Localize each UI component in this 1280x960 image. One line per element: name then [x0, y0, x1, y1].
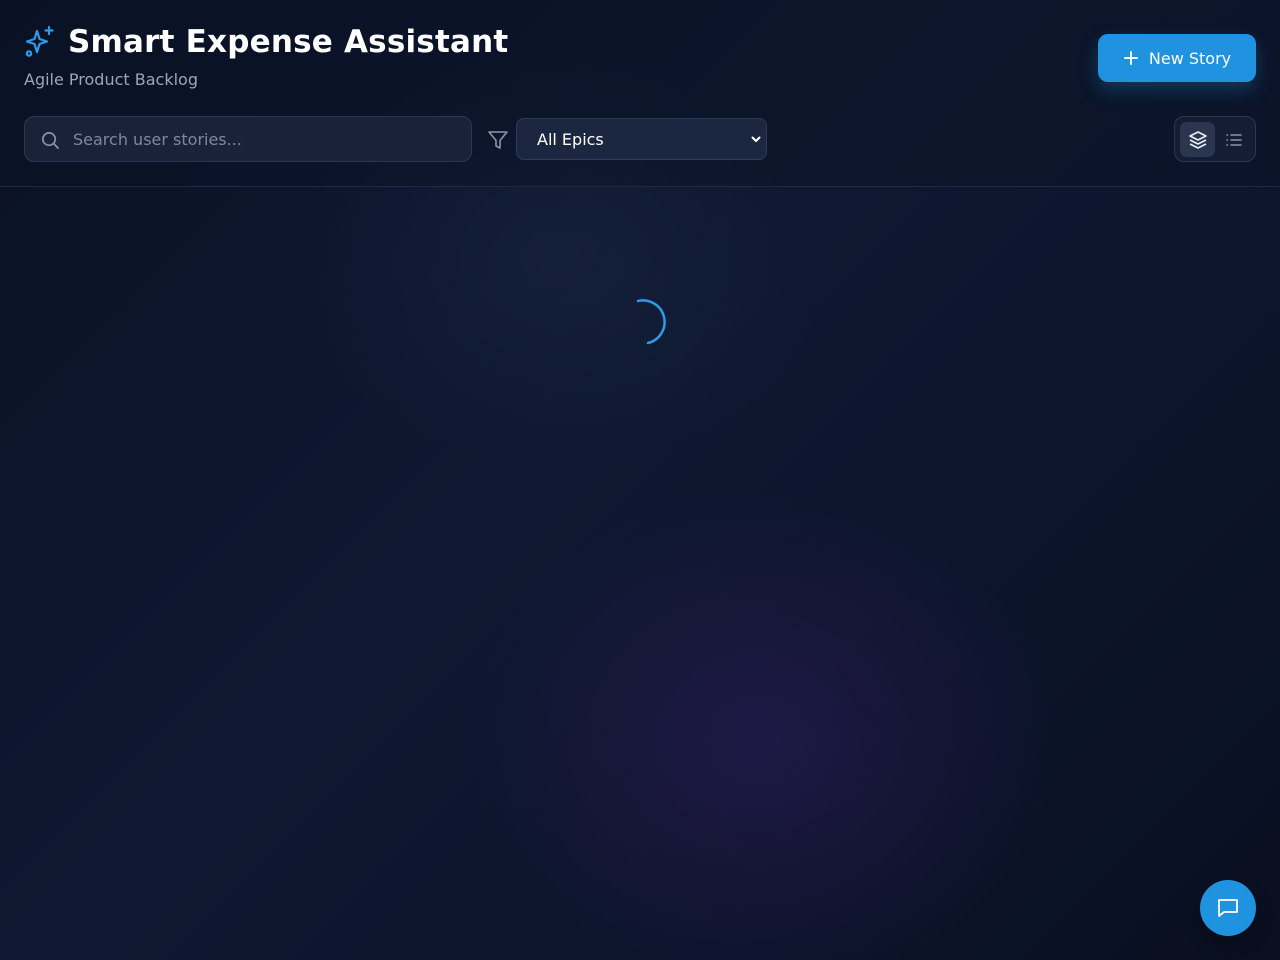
plus-icon [1123, 51, 1138, 65]
message-square-icon [1218, 899, 1238, 917]
epic-filter-select[interactable]: All Epics [516, 118, 767, 160]
loading-spinner [636, 299, 666, 345]
layers-icon [1188, 130, 1207, 149]
app-title: Smart Expense Assistant [68, 24, 509, 60]
sparkles-icon [25, 25, 54, 57]
board-view-button[interactable] [1180, 122, 1215, 157]
list-icon [1225, 133, 1242, 146]
search-input[interactable] [73, 117, 463, 161]
new-story-button[interactable]: New Story [1098, 34, 1256, 82]
chevron-down-icon [751, 136, 761, 142]
title-row: Smart Expense Assistant [24, 24, 508, 60]
chat-button[interactable] [1200, 880, 1256, 936]
new-story-label: New Story [1148, 48, 1232, 68]
list-view-button[interactable] [1216, 122, 1251, 157]
epic-filter-value: All Epics [537, 129, 604, 149]
view-toggle [1174, 116, 1256, 162]
filter-icon [488, 131, 508, 149]
page-header: Smart Expense Assistant Agile Product Ba… [0, 0, 1280, 187]
search-icon [42, 132, 59, 149]
search-box[interactable] [24, 116, 472, 162]
page-subtitle: Agile Product Backlog [24, 70, 198, 89]
